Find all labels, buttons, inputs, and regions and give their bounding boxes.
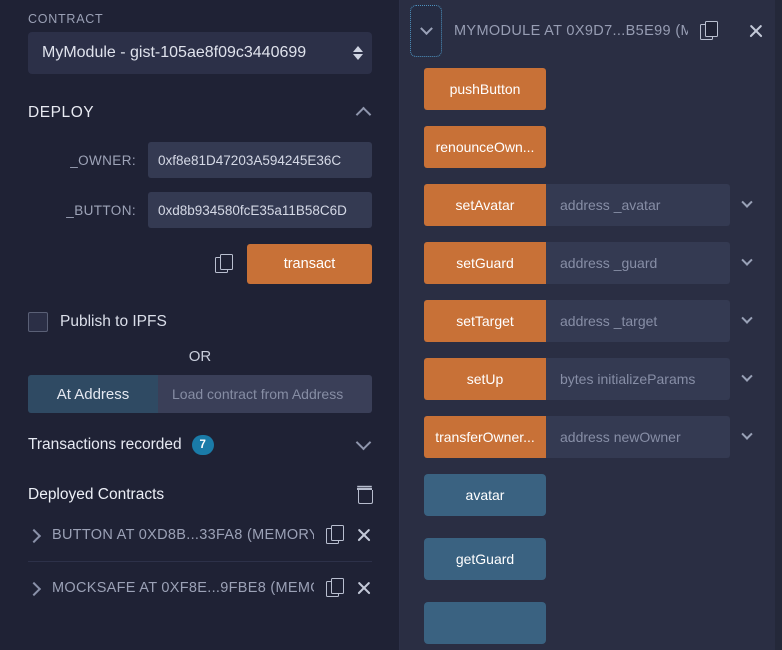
- close-icon[interactable]: [748, 23, 764, 39]
- function-row-renounceownership: renounceOwn...: [424, 126, 764, 168]
- transactions-recorded-left: Transactions recorded 7: [28, 435, 214, 455]
- function-row-partial: [424, 602, 764, 644]
- publish-to-ipfs-row[interactable]: Publish to IPFS: [28, 312, 372, 332]
- chevron-up-icon[interactable]: [356, 108, 372, 118]
- or-separator-label: OR: [188, 348, 212, 365]
- function-button-getguard[interactable]: getGuard: [424, 538, 546, 580]
- chevron-right-icon[interactable]: [28, 528, 40, 542]
- chevron-down-icon[interactable]: [356, 440, 372, 450]
- deployed-contracts-header: Deployed Contracts: [28, 481, 373, 509]
- function-button-pushbutton[interactable]: pushButton: [424, 68, 546, 110]
- function-list: pushButton renounceOwn... setAvatar setG…: [400, 62, 782, 644]
- transact-button[interactable]: transact: [247, 244, 372, 284]
- publish-to-ipfs-label: Publish to IPFS: [60, 313, 167, 330]
- copy-icon[interactable]: [326, 525, 344, 545]
- close-icon[interactable]: [356, 527, 372, 543]
- copy-icon[interactable]: [700, 21, 718, 41]
- chevron-down-icon[interactable]: [730, 358, 764, 400]
- deploy-section-title: DEPLOY: [28, 104, 95, 121]
- copy-icon[interactable]: [326, 577, 344, 598]
- function-button-settarget[interactable]: setTarget: [424, 300, 546, 342]
- function-row-transferownership: transferOwner...: [424, 416, 764, 458]
- copy-icon[interactable]: [215, 254, 233, 274]
- at-address-input[interactable]: [158, 375, 372, 413]
- function-row-settarget: setTarget: [424, 300, 764, 342]
- function-row-avatar: avatar: [424, 474, 764, 516]
- function-button-renounceownership[interactable]: renounceOwn...: [424, 126, 546, 168]
- function-button-avatar[interactable]: avatar: [424, 474, 546, 516]
- at-address-row: At Address: [28, 375, 372, 413]
- contract-instance-panel: MYMODULE AT 0X9D7...B5E99 (MEMORY) pushB…: [400, 0, 782, 650]
- function-button-transferownership[interactable]: transferOwner...: [424, 416, 546, 458]
- list-item[interactable]: MOCKSAFE AT 0XF8E...9FBE8 (MEMORY): [28, 561, 372, 613]
- list-item[interactable]: BUTTON AT 0XD8B...33FA8 (MEMORY): [28, 509, 372, 561]
- deployed-contract-name: BUTTON AT 0XD8B...33FA8 (MEMORY): [52, 527, 314, 543]
- scrollbar-track[interactable]: [775, 0, 782, 650]
- chevron-down-icon[interactable]: [730, 184, 764, 226]
- function-button-setguard[interactable]: setGuard: [424, 242, 546, 284]
- transact-row: transact: [28, 244, 372, 284]
- button-field-label: _BUTTON:: [66, 202, 136, 218]
- at-address-button[interactable]: At Address: [28, 375, 158, 413]
- chevron-down-icon[interactable]: [730, 300, 764, 342]
- publish-to-ipfs-checkbox[interactable]: [28, 312, 48, 332]
- deployed-contracts-title: Deployed Contracts: [28, 486, 165, 503]
- function-input-setup[interactable]: [546, 358, 730, 400]
- function-row-setup: setUp: [424, 358, 764, 400]
- contract-label: CONTRACT: [28, 12, 104, 26]
- chevron-down-icon[interactable]: [730, 416, 764, 458]
- owner-field-row: _OWNER:: [28, 142, 372, 178]
- close-icon[interactable]: [356, 580, 372, 596]
- deploy-section-header[interactable]: DEPLOY: [28, 98, 372, 128]
- contract-instance-header: MYMODULE AT 0X9D7...B5E99 (MEMORY): [400, 0, 782, 62]
- trash-icon[interactable]: [357, 486, 373, 504]
- function-row-setavatar: setAvatar: [424, 184, 764, 226]
- transactions-recorded-row[interactable]: Transactions recorded 7: [28, 431, 372, 459]
- chevron-down-icon[interactable]: [730, 242, 764, 284]
- function-button-partial[interactable]: [424, 602, 546, 644]
- function-input-setavatar[interactable]: [546, 184, 730, 226]
- transactions-recorded-label: Transactions recorded: [28, 436, 182, 453]
- left-panel: CONTRACT MyModule - gist-105ae8f09c34406…: [0, 0, 400, 650]
- chevron-down-icon[interactable]: [410, 5, 442, 57]
- function-input-transferownership[interactable]: [546, 416, 730, 458]
- function-button-setup[interactable]: setUp: [424, 358, 546, 400]
- function-input-settarget[interactable]: [546, 300, 730, 342]
- deployed-contract-name: MOCKSAFE AT 0XF8E...9FBE8 (MEMORY): [52, 579, 314, 596]
- contract-select-wrapper: MyModule - gist-105ae8f09c3440699: [28, 32, 372, 74]
- deploy-and-run-panel: CONTRACT MyModule - gist-105ae8f09c34406…: [0, 0, 782, 650]
- transactions-recorded-badge: 7: [191, 435, 214, 455]
- contract-instance-title: MYMODULE AT 0X9D7...B5E99 (MEMORY): [454, 23, 688, 39]
- owner-input[interactable]: [148, 142, 372, 178]
- owner-field-label: _OWNER:: [70, 152, 136, 168]
- function-input-setguard[interactable]: [546, 242, 730, 284]
- function-row-setguard: setGuard: [424, 242, 764, 284]
- contract-select[interactable]: MyModule - gist-105ae8f09c3440699: [28, 32, 372, 74]
- button-field-row: _BUTTON:: [28, 192, 372, 228]
- function-row-getguard: getGuard: [424, 538, 764, 580]
- chevron-right-icon[interactable]: [28, 581, 40, 595]
- button-input[interactable]: [148, 192, 372, 228]
- function-row-pushbutton: pushButton: [424, 68, 764, 110]
- function-button-setavatar[interactable]: setAvatar: [424, 184, 546, 226]
